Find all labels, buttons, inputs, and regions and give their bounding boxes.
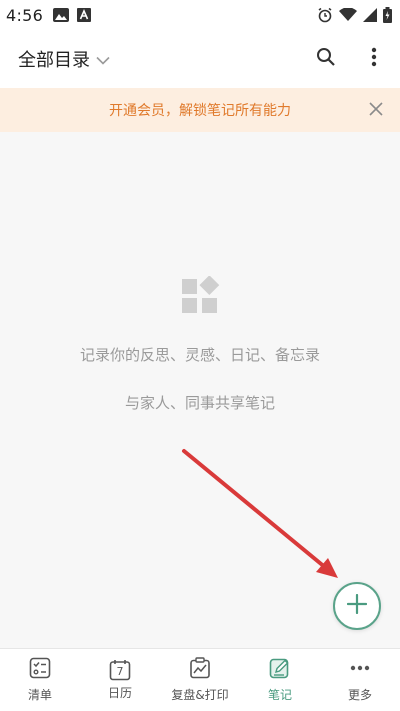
checklist-icon <box>29 657 51 683</box>
notes-content-area: 记录你的反思、灵感、日记、备忘录 与家人、同事共享笔记 <box>0 132 400 648</box>
empty-state-text-secondary: 与家人、同事共享笔记 <box>124 394 275 412</box>
nav-item-checklist[interactable]: 清单 <box>0 649 80 711</box>
alarm-icon <box>317 7 333 23</box>
nav-item-more[interactable]: 更多 <box>320 649 400 711</box>
status-time: 4:56 <box>6 5 44 25</box>
widgets-icon <box>180 275 220 320</box>
empty-state-text-primary: 记录你的反思、灵感、日记、备忘录 <box>79 346 320 364</box>
more-vertical-icon <box>371 47 377 71</box>
more-horizontal-icon <box>349 657 371 683</box>
plus-icon <box>346 593 368 618</box>
calendar-day: 7 <box>116 665 124 678</box>
nav-item-review-print[interactable]: 复盘&打印 <box>160 649 240 711</box>
promo-text[interactable]: 开通会员，解锁笔记所有能力 <box>109 100 291 120</box>
page-title: 全部目录 <box>18 50 90 71</box>
membership-promo-banner[interactable]: 开通会员，解锁笔记所有能力 <box>0 88 400 132</box>
status-bar: 4:56 <box>0 0 400 30</box>
battery-icon <box>383 7 392 23</box>
nav-item-notes[interactable]: 笔记 <box>240 649 320 711</box>
bottom-nav: 清单 7 日历 复盘&打印 笔记 更多 <box>0 648 400 711</box>
chevron-down-icon <box>96 50 110 69</box>
search-button[interactable] <box>312 45 340 73</box>
wifi-icon <box>339 8 357 22</box>
note-edit-icon <box>269 657 291 683</box>
close-icon <box>369 101 383 120</box>
signal-icon <box>363 8 377 22</box>
nav-label-more: 更多 <box>347 688 372 702</box>
review-print-icon <box>189 657 211 683</box>
nav-item-calendar[interactable]: 7 日历 <box>80 649 160 711</box>
status-left-icons <box>53 8 92 22</box>
calendar-icon: 7 <box>109 659 131 681</box>
promo-close-button[interactable] <box>366 100 386 120</box>
search-icon <box>316 47 336 71</box>
app-header: 全部目录 <box>0 30 400 88</box>
image-icon <box>53 8 70 22</box>
directory-dropdown[interactable]: 全部目录 <box>18 46 110 72</box>
add-note-button[interactable] <box>333 582 381 630</box>
nav-label-notes: 笔记 <box>267 688 292 702</box>
more-options-button[interactable] <box>360 45 388 73</box>
nav-label-review-print: 复盘&打印 <box>171 688 229 702</box>
nav-label-checklist: 清单 <box>27 688 52 702</box>
a-icon <box>77 8 92 22</box>
status-right-icons <box>317 7 392 23</box>
nav-label-calendar: 日历 <box>107 686 132 700</box>
